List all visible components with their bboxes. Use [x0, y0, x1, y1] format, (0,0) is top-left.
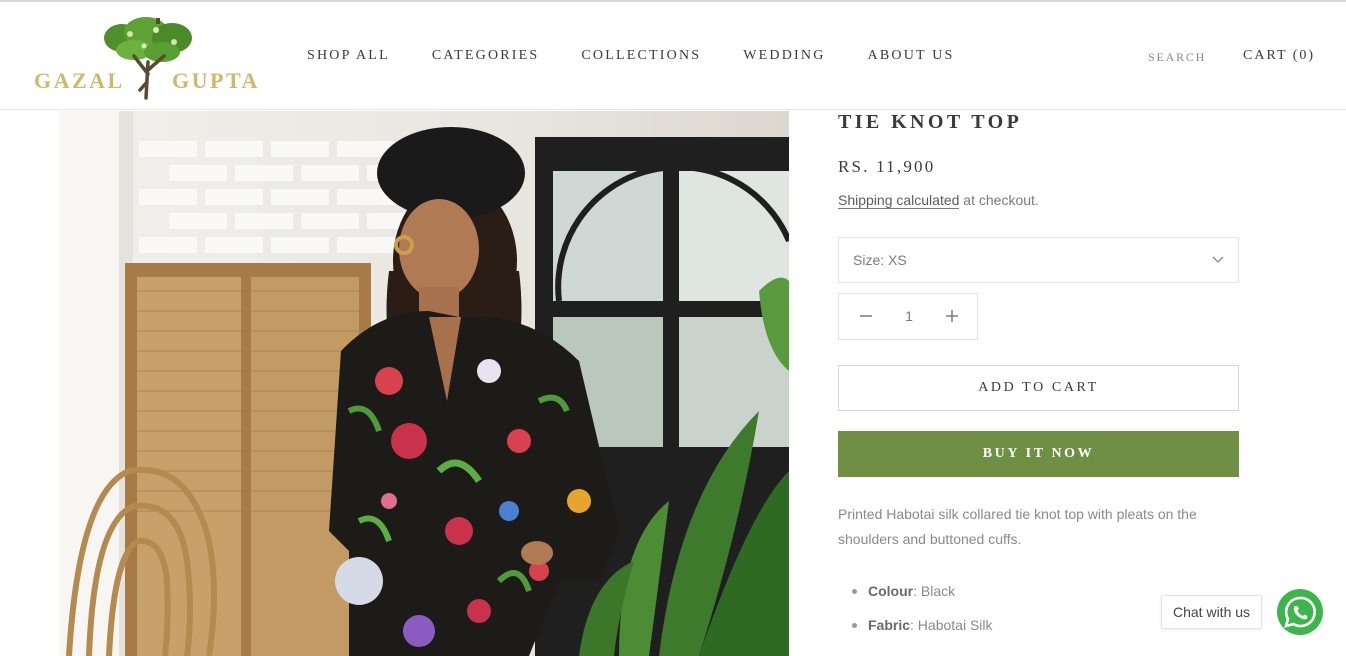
search-link[interactable]: SEARCH — [1148, 50, 1206, 65]
buy-it-now-button[interactable]: BUY IT NOW — [838, 431, 1239, 477]
product-photo-illustration — [59, 111, 789, 656]
logo-text-right: GUPTA — [172, 68, 260, 93]
product-price: RS. 11,900 — [838, 157, 936, 176]
product-title: TIE KNOT TOP — [838, 111, 1023, 133]
nav-wedding[interactable]: WEDDING — [743, 48, 825, 64]
quantity-value[interactable]: 1 — [899, 308, 919, 324]
shipping-calculated-link[interactable]: Shipping calculated — [838, 192, 960, 209]
spec-colour-value: : Black — [913, 583, 956, 599]
minus-icon[interactable] — [859, 309, 873, 323]
size-select[interactable]: Size: XS — [838, 237, 1239, 283]
whatsapp-icon[interactable] — [1277, 589, 1323, 635]
site-header: GAZAL GUPTA SHOP ALL CATEGORIES COLLECTI… — [0, 2, 1346, 110]
quantity-stepper: 1 — [838, 293, 978, 340]
nav-categories[interactable]: CATEGORIES — [432, 48, 540, 64]
spec-fabric-label: Fabric — [868, 617, 911, 633]
nav-about-us[interactable]: ABOUT US — [868, 48, 955, 64]
add-to-cart-button[interactable]: ADD TO CART — [838, 365, 1239, 411]
chevron-down-icon — [1212, 256, 1224, 263]
brand-logo[interactable]: GAZAL GUPTA — [34, 16, 266, 102]
chat-with-us-label[interactable]: Chat with us — [1161, 595, 1263, 629]
spec-colour-label: Colour — [868, 583, 914, 599]
main-navigation: SHOP ALL CATEGORIES COLLECTIONS WEDDING … — [307, 48, 997, 64]
nav-collections[interactable]: COLLECTIONS — [581, 48, 701, 64]
plus-icon[interactable] — [945, 309, 959, 323]
shipping-note: Shipping calculated at checkout. — [838, 192, 1039, 209]
product-image[interactable] — [59, 111, 789, 656]
spec-fabric-value: : Habotai Silk — [910, 617, 993, 633]
product-description: Printed Habotai silk collared tie knot t… — [838, 506, 1197, 547]
size-select-value: Size: XS — [853, 252, 907, 268]
nav-shop-all[interactable]: SHOP ALL — [307, 48, 390, 64]
shipping-note-text: at checkout. — [959, 192, 1039, 208]
cart-link[interactable]: CART (0) — [1243, 48, 1315, 64]
logo-text-left: GAZAL — [34, 68, 125, 93]
